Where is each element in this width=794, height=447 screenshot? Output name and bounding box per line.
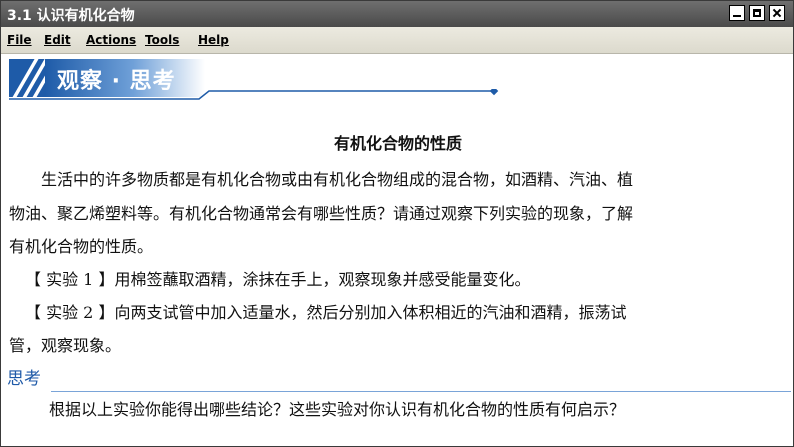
window-controls [729,5,785,21]
content-heading: 有机化合物的性质 [333,134,462,153]
paragraph-line: 有机化合物的性质。 [9,237,154,256]
paragraph-line: 物油、聚乙烯塑料等。有机化合物通常会有哪些性质？请通过观察下列实验的现象，了解 [9,204,634,223]
menu-edit[interactable]: Edit [44,33,71,47]
minimize-button[interactable] [729,5,745,21]
header-underline [9,89,499,100]
think-label: 思考 [7,369,41,389]
close-button[interactable] [769,5,785,21]
menu-file[interactable]: File [7,33,32,47]
experiment-2-line: 管，观察现象。 [9,336,122,355]
app-window: 3.1 认识有机化合物 File Edit Actions Tools Help… [0,0,794,447]
window-title: 3.1 认识有机化合物 [7,8,135,24]
menu-bar: File Edit Actions Tools Help [1,27,793,54]
section-header: 观察 · 思考 [9,59,509,107]
experiment-2-line: 【 实验 2 】向两支试管中加入适量水，然后分别加入体积相近的汽油和酒精，振荡试 [25,303,627,322]
menu-tools[interactable]: Tools [145,33,179,47]
experiment-1: 【 实验 1 】用棉签蘸取酒精，涂抹在手上，观察现象并感受能量变化。 [25,270,531,289]
think-question: 根据以上实验你能得出哪些结论？这些实验对你认识有机化合物的性质有何启示？ [49,400,626,419]
divider [51,391,791,392]
menu-actions[interactable]: Actions [86,33,136,47]
paragraph-line: 生活中的许多物质都是有机化合物或由有机化合物组成的混合物，如酒精、汽油、植 [41,170,634,189]
title-bar[interactable]: 3.1 认识有机化合物 [1,1,793,27]
maximize-button[interactable] [749,5,765,21]
menu-help[interactable]: Help [198,33,229,47]
